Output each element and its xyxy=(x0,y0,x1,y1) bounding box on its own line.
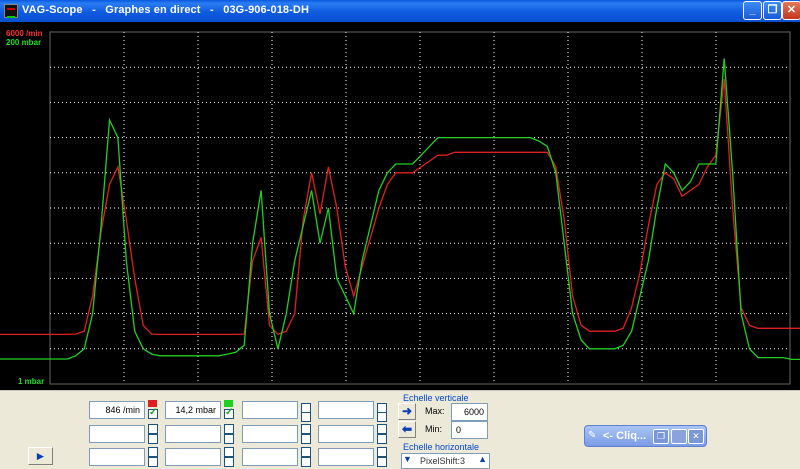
spin-down-icon[interactable]: ▼ xyxy=(403,454,412,464)
channel1-checkbox[interactable] xyxy=(148,407,158,419)
channel11-value-field[interactable] xyxy=(242,448,298,466)
minimize-button[interactable]: _ xyxy=(743,1,762,20)
pixelshift-spinner[interactable]: ▼ PixelShift:3 ▲ xyxy=(401,453,490,469)
scale-increase-button[interactable]: ➜ xyxy=(398,403,416,420)
min-label: 1 mbar xyxy=(18,377,45,386)
channel10-checkbox-b[interactable] xyxy=(224,457,234,467)
max-label: Max: xyxy=(425,406,445,416)
app-icon[interactable] xyxy=(4,4,18,18)
channel10-value-field[interactable] xyxy=(165,448,221,466)
channel6-checkbox-b[interactable] xyxy=(224,434,234,444)
channel12-checkbox-a[interactable] xyxy=(377,447,387,457)
window-title: VAG-Scope - Graphes en direct - 03G-906-… xyxy=(22,4,310,16)
channel4-value-field[interactable] xyxy=(318,401,374,419)
channel9-value-field[interactable] xyxy=(89,448,145,466)
channel9-checkbox-b[interactable] xyxy=(148,457,158,467)
pressure-trace xyxy=(0,58,800,361)
channel5-value-field[interactable] xyxy=(89,425,145,443)
floating-close-button[interactable]: ✕ xyxy=(688,429,704,444)
channel7-value-field[interactable] xyxy=(242,425,298,443)
channel5-checkbox-a[interactable] xyxy=(148,424,158,434)
channel1-value-field[interactable]: 846 /min xyxy=(89,401,145,419)
channel5-checkbox-b[interactable] xyxy=(148,434,158,444)
scope-chart xyxy=(0,31,800,385)
channel11-checkbox-b[interactable] xyxy=(301,457,311,467)
title-bar: VAG-Scope - Graphes en direct - 03G-906-… xyxy=(0,0,800,22)
channel2-checkbox[interactable] xyxy=(224,407,234,419)
pixelshift-value: PixelShift:3 xyxy=(420,456,466,466)
scope-display: 6000 /min 200 mbar 1 mbar xyxy=(0,22,800,390)
channel8-value-field[interactable] xyxy=(318,425,374,443)
channel3-value-field[interactable] xyxy=(242,401,298,419)
channel8-checkbox-a[interactable] xyxy=(377,424,387,434)
play-button[interactable]: ► xyxy=(28,447,53,465)
floating-restore-button[interactable]: ❐ xyxy=(653,429,669,444)
floating-toolbar[interactable]: ✎ <- Cliq... ❐ ✕ xyxy=(584,425,707,447)
channel7-checkbox-b[interactable] xyxy=(301,434,311,444)
scale-decrease-button[interactable]: ⬅ xyxy=(398,421,416,438)
spin-up-icon[interactable]: ▲ xyxy=(478,454,487,464)
channel2-value-field[interactable]: 14,2 mbar xyxy=(165,401,221,419)
restore-button[interactable]: ❐ xyxy=(763,1,782,20)
channel6-checkbox-a[interactable] xyxy=(224,424,234,434)
close-button[interactable]: ✕ xyxy=(782,1,800,20)
channel2-color-swatch xyxy=(224,400,233,407)
channel1-color-swatch xyxy=(148,400,157,407)
channel2-max-label: 200 mbar xyxy=(6,38,42,47)
channel12-value-field[interactable] xyxy=(318,448,374,466)
channel4-checkbox-b[interactable] xyxy=(377,412,387,422)
rpm-trace xyxy=(0,78,800,336)
channel1-max-label: 6000 /min xyxy=(6,29,43,38)
channel11-checkbox-a[interactable] xyxy=(301,447,311,457)
channel3-checkbox-b[interactable] xyxy=(301,412,311,422)
horizontal-scale-label: Echelle horizontale xyxy=(403,442,480,452)
channel12-checkbox-b[interactable] xyxy=(377,457,387,467)
channel7-checkbox-a[interactable] xyxy=(301,424,311,434)
tool-icon: ✎ xyxy=(588,430,597,441)
floating-maximize-button[interactable] xyxy=(671,429,687,444)
channel6-value-field[interactable] xyxy=(165,425,221,443)
floating-toolbar-label[interactable]: <- Cliq... xyxy=(603,430,646,442)
vertical-scale-label: Echelle verticale xyxy=(403,393,469,403)
min-value-field[interactable]: 0 xyxy=(451,421,488,439)
channel8-checkbox-b[interactable] xyxy=(377,434,387,444)
channel10-checkbox-a[interactable] xyxy=(224,447,234,457)
max-value-field[interactable]: 6000 xyxy=(451,403,488,421)
min-label-field: Min: xyxy=(425,424,443,434)
channel9-checkbox-a[interactable] xyxy=(148,447,158,457)
